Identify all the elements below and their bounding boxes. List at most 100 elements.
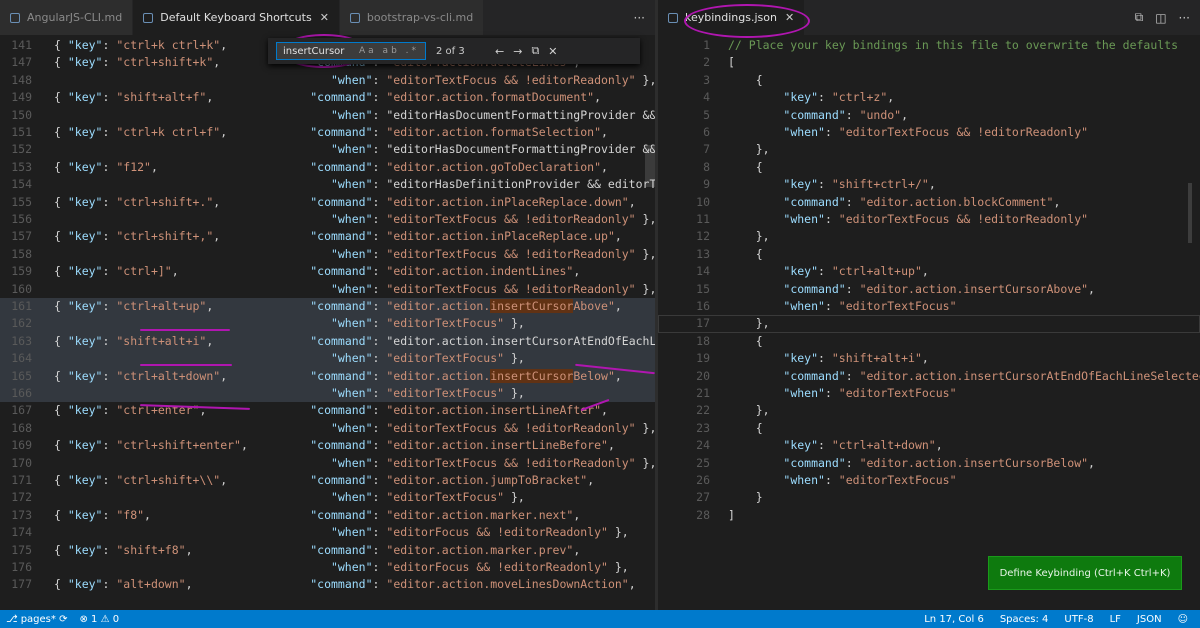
code-line[interactable]: 160 "when": "editorTextFocus && !editorR… — [0, 281, 655, 298]
code-line[interactable]: 25 "command": "editor.action.insertCurso… — [658, 455, 1200, 472]
line-number: 17 — [696, 316, 710, 331]
code-line[interactable]: 21 "when": "editorTextFocus" — [658, 385, 1200, 402]
previous-match-icon[interactable]: ← — [495, 45, 504, 58]
code-line[interactable]: 15 "command": "editor.action.insertCurso… — [658, 281, 1200, 298]
code-line[interactable]: 17 }, — [658, 315, 1200, 333]
code-line[interactable]: 2[ — [658, 54, 1200, 71]
code-line[interactable]: 163 { "key": "shift+alt+i", "command": "e… — [0, 332, 655, 351]
code-line[interactable]: 173 { "key": "f8", "command": "editor.act… — [0, 507, 655, 524]
code-line[interactable]: 3 { — [658, 72, 1200, 89]
code-line[interactable]: 154 "when": "editorHasDefinitionProvider… — [0, 176, 655, 193]
line-number: 14 — [696, 264, 710, 279]
more-icon[interactable]: ··· — [634, 11, 645, 25]
code-line[interactable]: 158 "when": "editorTextFocus && !editorR… — [0, 246, 655, 263]
code-line[interactable]: 6 "when": "editorTextFocus && !editorRea… — [658, 124, 1200, 141]
code-line[interactable]: 20 "command": "editor.action.insertCurso… — [658, 368, 1200, 385]
sync-icon[interactable]: ⟳ — [59, 614, 67, 625]
code-line[interactable]: 155 { "key": "ctrl+shift+.", "command": "… — [0, 194, 655, 211]
code-line[interactable]: 1 // Place your key bindings in this file… — [658, 37, 1200, 54]
code-line[interactable]: 167 { "key": "ctrl+enter", "command": "ed… — [0, 402, 655, 419]
code-line[interactable]: 22 }, — [658, 402, 1200, 419]
line-number: 174 — [11, 525, 32, 540]
error-count: 1 — [91, 613, 98, 625]
feedback-icon[interactable]: ☺ — [1178, 614, 1188, 625]
line-code: "when": "editorTextFocus && !editorReado… — [783, 125, 1089, 139]
code-line[interactable]: 23 { — [658, 420, 1200, 437]
code-line[interactable]: 156 "when": "editorTextFocus && !editorR… — [0, 211, 655, 228]
find-in-selection-icon[interactable]: ⧉ — [531, 44, 539, 58]
code-line[interactable]: 162 "when": "editorTextFocus" }, — [0, 315, 655, 333]
code-line[interactable]: 27 } — [658, 489, 1200, 506]
code-line[interactable]: 168 "when": "editorTextFocus && !editorR… — [0, 420, 655, 437]
close-icon[interactable]: ✕ — [785, 11, 794, 24]
code-line[interactable]: 175 { "key": "shift+f8", "command": "edit… — [0, 542, 655, 559]
code-line[interactable]: 10 "command": "editor.action.blockCommen… — [658, 194, 1200, 211]
code-line[interactable]: 151 { "key": "ctrl+k ctrl+f", "command": … — [0, 124, 655, 141]
code-line[interactable]: 16 "when": "editorTextFocus" — [658, 298, 1200, 315]
json-file-icon — [668, 12, 678, 23]
code-line[interactable]: 14 "key": "ctrl+alt+up", — [658, 263, 1200, 280]
code-line[interactable]: 5 "command": "undo", — [658, 107, 1200, 124]
code-line[interactable]: 4 "key": "ctrl+z", — [658, 89, 1200, 106]
tab-keybindings-json[interactable]: keybindings.json ✕ — [658, 0, 806, 35]
code-line[interactable]: 164 "when": "editorTextFocus" }, — [0, 350, 655, 368]
line-code: { — [728, 246, 763, 261]
right-editor[interactable]: 1 // Place your key bindings in this file… — [658, 35, 1200, 610]
code-line[interactable]: 152 "when": "editorHasDocumentFormatting… — [0, 141, 655, 158]
line-code: ] — [728, 507, 735, 522]
code-line[interactable]: 24 "key": "ctrl+alt+down", — [658, 437, 1200, 454]
code-line[interactable]: 7 }, — [658, 141, 1200, 158]
code-line[interactable]: 177 { "key": "alt+down", "command": "edit… — [0, 576, 655, 593]
find-input[interactable]: insertCursor Aa ab .* — [276, 42, 426, 60]
code-line[interactable]: 9 "key": "shift+ctrl+/", — [658, 176, 1200, 193]
line-number: 10 — [696, 194, 710, 209]
code-line[interactable]: 172 "when": "editorTextFocus" }, — [0, 489, 655, 506]
code-line[interactable]: 176 "when": "editorFocus && !editorReado… — [0, 559, 655, 576]
code-line[interactable]: 149 { "key": "shift+alt+f", "command": "e… — [0, 89, 655, 106]
tab-1[interactable]: Default Keyboard Shortcuts ✕ — [133, 0, 340, 35]
code-line[interactable]: 171 { "key": "ctrl+shift+\\", "command": … — [0, 472, 655, 489]
code-line[interactable]: 161 { "key": "ctrl+alt+up", "command": "e… — [0, 298, 655, 316]
code-line[interactable]: 169 { "key": "ctrl+shift+enter", "command… — [0, 437, 655, 454]
close-icon[interactable]: ✕ — [548, 45, 557, 58]
find-options[interactable]: Aa ab .* — [359, 46, 419, 56]
tab-0[interactable]: AngularJS-CLI.md — [0, 0, 134, 35]
cursor-position[interactable]: Ln 17, Col 6 — [924, 614, 984, 625]
open-changes-icon[interactable]: ⧉ — [1135, 10, 1144, 25]
split-editor-icon[interactable]: ◫ — [1155, 11, 1166, 25]
next-match-icon[interactable]: → — [513, 45, 522, 58]
code-line[interactable]: 165 { "key": "ctrl+alt+down", "command": … — [0, 367, 655, 385]
line-code: { "key": "ctrl+shift+.", "command": "edi… — [54, 194, 636, 209]
code-line[interactable]: 150 "when": "editorHasDocumentFormatting… — [0, 107, 655, 124]
language-mode[interactable]: JSON — [1137, 614, 1162, 625]
right-editor-pane: keybindings.json ✕ ⧉ ◫ ··· 1 // Place you… — [658, 0, 1200, 610]
left-editor[interactable]: 141 { "key": "ctrl+k ctrl+k", 147 { "key": … — [0, 35, 655, 610]
code-line[interactable]: 19 "key": "shift+alt+i", — [658, 350, 1200, 367]
code-line[interactable]: 28] — [658, 507, 1200, 524]
code-line[interactable]: 153 { "key": "f12", "command": "editor.ac… — [0, 159, 655, 176]
code-line[interactable]: 166 "when": "editorTextFocus" }, — [0, 385, 655, 403]
code-line[interactable]: 11 "when": "editorTextFocus && !editorRe… — [658, 211, 1200, 228]
code-line[interactable]: 18 { — [658, 333, 1200, 350]
code-line[interactable]: 174 "when": "editorFocus && !editorReado… — [0, 524, 655, 541]
code-line[interactable]: 148 "when": "editorTextFocus && !editorR… — [0, 72, 655, 89]
end-of-line[interactable]: LF — [1110, 614, 1121, 625]
code-line[interactable]: 157 { "key": "ctrl+shift+,", "command": "… — [0, 228, 655, 245]
close-icon[interactable]: ✕ — [320, 11, 329, 24]
encoding[interactable]: UTF-8 — [1064, 614, 1093, 625]
branch-item[interactable]: ⎇ pages* ⟳ — [6, 614, 67, 625]
code-line[interactable]: 8 { — [658, 159, 1200, 176]
code-line[interactable]: 12 }, — [658, 228, 1200, 245]
define-keybinding-button[interactable]: Define Keybinding (Ctrl+K Ctrl+K) — [988, 556, 1182, 590]
indentation[interactable]: Spaces: 4 — [1000, 614, 1049, 625]
code-line[interactable]: 159 { "key": "ctrl+]", "command": "editor… — [0, 263, 655, 280]
code-line[interactable]: 170 "when": "editorTextFocus && !editorR… — [0, 455, 655, 472]
code-line[interactable]: 26 "when": "editorTextFocus" — [658, 472, 1200, 489]
line-number: 141 — [11, 38, 32, 52]
line-number: 16 — [696, 299, 710, 313]
more-icon[interactable]: ··· — [1179, 11, 1190, 25]
line-code: "when": "editorTextFocus && !editorReado… — [330, 420, 655, 435]
code-line[interactable]: 13 { — [658, 246, 1200, 263]
problems-item[interactable]: ⊗ 1 ⚠ 0 — [79, 614, 119, 625]
tab-2[interactable]: bootstrap-vs-cli.md — [339, 0, 485, 35]
